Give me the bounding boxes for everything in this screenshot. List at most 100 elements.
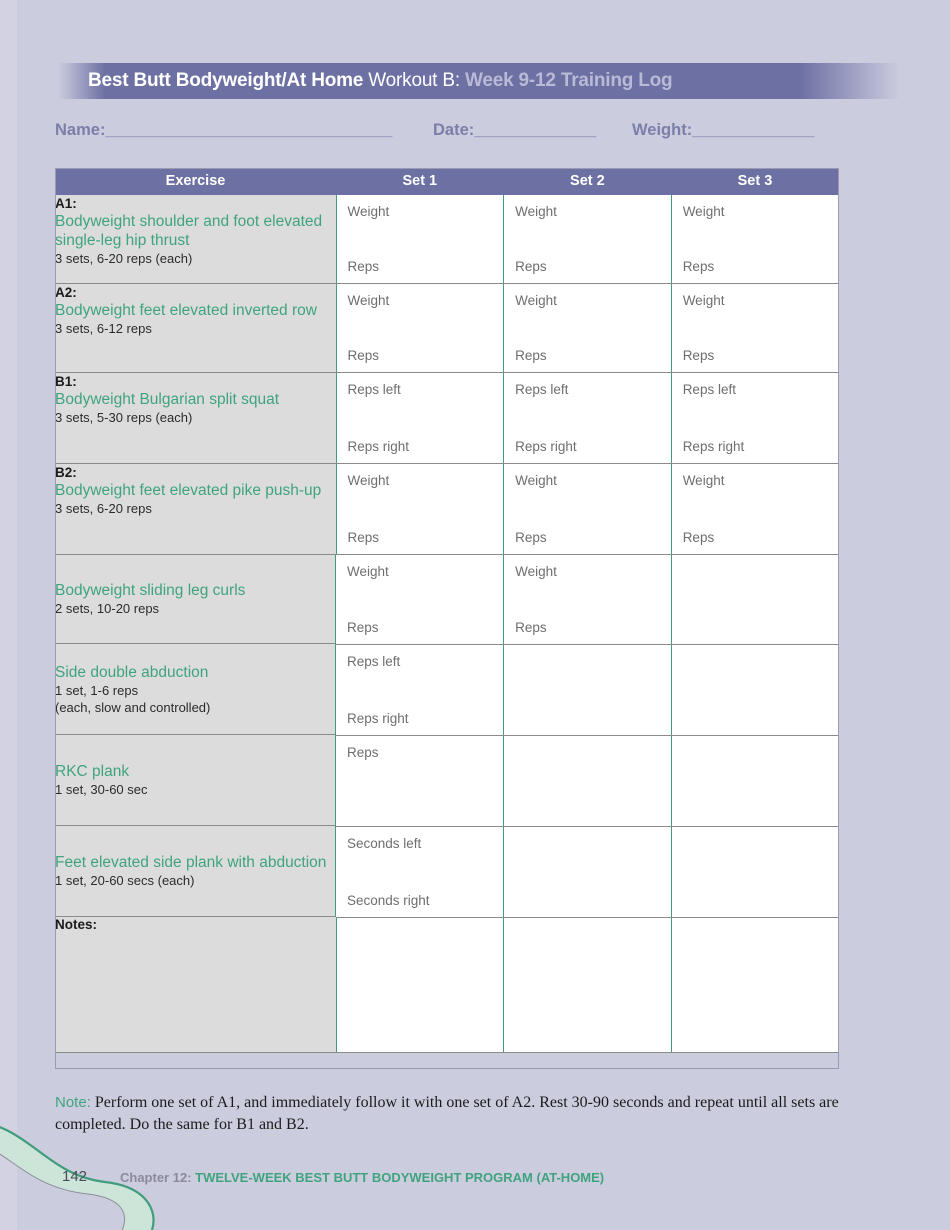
set-field-label-top: Weight — [515, 564, 557, 579]
set-entry-cell[interactable] — [503, 735, 672, 827]
exercise-code: B1: — [55, 374, 77, 389]
exercise-prescription: 3 sets, 6-20 reps — [55, 501, 152, 516]
name-field[interactable]: Name:_________________________________ — [55, 121, 392, 140]
set-field-label-top: Reps left — [347, 382, 401, 397]
weight-label: Weight: — [632, 121, 693, 139]
set-field-label-bottom: Reps — [682, 259, 715, 274]
exercise-name: Bodyweight sliding leg curls — [55, 582, 246, 599]
notes-entry-cell[interactable] — [671, 917, 840, 1053]
set-entry-cell[interactable]: Weight Reps — [336, 463, 505, 555]
set-field-label-top: Weight — [682, 293, 725, 308]
set-entry-cell[interactable]: Weight Reps — [336, 283, 505, 373]
set-field-label-top: Weight — [347, 204, 390, 219]
set-entry-cell[interactable]: Weight Reps — [503, 463, 672, 555]
set-field-label-bottom: Seconds right — [347, 892, 430, 908]
set-entry-cell[interactable]: Reps left Reps right — [503, 372, 672, 464]
exercise-cell: Side double abduction 1 set, 1-6 reps (eac… — [55, 644, 336, 735]
exercise-name: Feet elevated side plank with abduction — [55, 854, 327, 871]
set-entry-cell[interactable]: Weight Reps — [503, 554, 672, 645]
set-entry-cell[interactable] — [671, 826, 840, 918]
set-entry-cell[interactable] — [671, 644, 840, 736]
notes-label: Notes: — [55, 917, 98, 932]
set-entry-cell[interactable]: Weight Reps — [671, 283, 840, 373]
table-header-row: Exercise Set 1 Set 2 Set 3 — [55, 168, 839, 195]
page-title-program: Best Butt Bodyweight/At Home — [88, 70, 364, 91]
set-entry-cell[interactable] — [503, 826, 672, 918]
column-header-set-2: Set 2 — [503, 168, 672, 195]
chapter-footer: Chapter 12: TWELVE-WEEK BEST BUTT BODYWE… — [120, 1170, 604, 1185]
set-entry-cell[interactable] — [671, 554, 840, 645]
set-field-label-bottom: Reps — [347, 348, 380, 363]
set-field-label-bottom: Reps right — [682, 439, 745, 454]
exercise-code: A2: — [55, 285, 77, 300]
set-field-label-top: Reps — [347, 744, 379, 760]
notes-entry-cell[interactable] — [336, 917, 505, 1053]
set-field-label-top: Weight — [347, 564, 389, 579]
exercise-prescription: 2 sets, 10-20 reps — [55, 601, 160, 616]
set-entry-cell[interactable]: Weight Reps — [336, 195, 505, 284]
table-row: B2: Bodyweight feet elevated pike push-up… — [55, 463, 840, 555]
column-header-exercise: Exercise — [55, 168, 336, 195]
set-entry-cell[interactable]: Reps left Reps right — [336, 644, 505, 736]
table-row: Bodyweight sliding leg curls 2 sets, 10-2… — [55, 554, 840, 645]
set-field-label-bottom: Reps — [347, 530, 380, 545]
exercise-name: Bodyweight shoulder and foot elevated si… — [55, 213, 323, 249]
set-field-label-top: Weight — [682, 204, 725, 219]
exercise-cell: B1: Bodyweight Bulgarian split squat 3 set… — [55, 372, 337, 464]
page-title: Best Butt Bodyweight/At Home Workout B: … — [88, 70, 673, 92]
exercise-prescription: 1 set, 20-60 secs (each) — [55, 873, 195, 888]
footer-note: Note: Perform one set of A1, and immedia… — [55, 1092, 895, 1136]
exercise-name: RKC plank — [55, 763, 130, 780]
set-entry-cell[interactable]: Reps — [336, 735, 505, 827]
set-entry-cell[interactable]: Seconds left Seconds right — [336, 826, 505, 918]
set-field-label-bottom: Reps — [515, 619, 547, 635]
exercise-name: Bodyweight Bulgarian split squat — [55, 391, 280, 408]
exercise-prescription: 1 set, 30-60 sec — [55, 782, 148, 797]
set-field-label-top: Seconds left — [347, 835, 422, 851]
table-row: RKC plank 1 set, 30-60 sec Reps — [55, 735, 840, 827]
set-entry-cell[interactable] — [671, 735, 840, 827]
set-field-label-top: Weight — [515, 473, 557, 488]
set-field-label-bottom: Reps — [515, 348, 547, 363]
set-entry-cell[interactable]: Weight Reps — [503, 195, 672, 284]
set-entry-cell[interactable]: Weight Reps — [503, 283, 672, 373]
exercise-code: A1: — [55, 196, 77, 211]
exercise-prescription: 3 sets, 6-20 reps (each) — [55, 251, 193, 266]
set-field-label-bottom: Reps right — [347, 710, 409, 726]
exercise-name: Bodyweight feet elevated pike push-up — [55, 482, 322, 499]
training-log-table: Exercise Set 1 Set 2 Set 3 A1: Bodyweight… — [55, 168, 840, 1053]
exercise-cell: Feet elevated side plank with abduction 1… — [55, 826, 336, 917]
chapter-number: Chapter 12: — [120, 1170, 196, 1185]
set-entry-cell[interactable]: Weight Reps — [671, 463, 840, 555]
exercise-cell: B2: Bodyweight feet elevated pike push-up… — [55, 463, 337, 555]
notes-entry-cell[interactable] — [503, 917, 672, 1053]
set-field-label-top: Reps left — [347, 653, 401, 669]
set-field-label-top: Weight — [347, 473, 390, 488]
weight-blank: ______________ — [692, 121, 814, 139]
set-entry-cell[interactable]: Reps left Reps right — [336, 372, 505, 464]
exercise-code: B2: — [55, 465, 77, 480]
note-label: Note: — [55, 1094, 91, 1111]
set-field-label-bottom: Reps — [682, 530, 715, 545]
column-header-set-3: Set 3 — [671, 168, 839, 195]
set-field-label-bottom: Reps — [515, 530, 547, 545]
page-title-week: Week 9-12 Training Log — [459, 70, 673, 91]
set-entry-cell[interactable]: Reps left Reps right — [671, 372, 840, 464]
date-blank: ______________ — [474, 121, 596, 139]
set-entry-cell[interactable] — [503, 644, 672, 736]
name-label: Name: — [55, 121, 106, 139]
name-blank: _________________________________ — [105, 121, 392, 139]
table-row: Side double abduction 1 set, 1-6 reps (eac… — [55, 644, 840, 736]
date-label: Date: — [433, 121, 475, 139]
set-entry-cell[interactable]: Weight Reps — [671, 195, 840, 284]
set-field-label-bottom: Reps — [682, 348, 715, 363]
set-field-label-bottom: Reps — [347, 259, 380, 274]
note-text: Perform one set of A1, and immediately f… — [55, 1094, 839, 1133]
weight-field[interactable]: Weight:______________ — [632, 121, 814, 140]
set-entry-cell[interactable]: Weight Reps — [336, 554, 505, 645]
exercise-cell: Bodyweight sliding leg curls 2 sets, 10-2… — [55, 555, 336, 644]
date-field[interactable]: Date:______________ — [433, 121, 596, 140]
set-field-label-bottom: Reps right — [347, 439, 410, 454]
exercise-cell: A1: Bodyweight shoulder and foot elevated… — [55, 195, 337, 284]
exercise-name: Side double abduction — [55, 663, 209, 681]
